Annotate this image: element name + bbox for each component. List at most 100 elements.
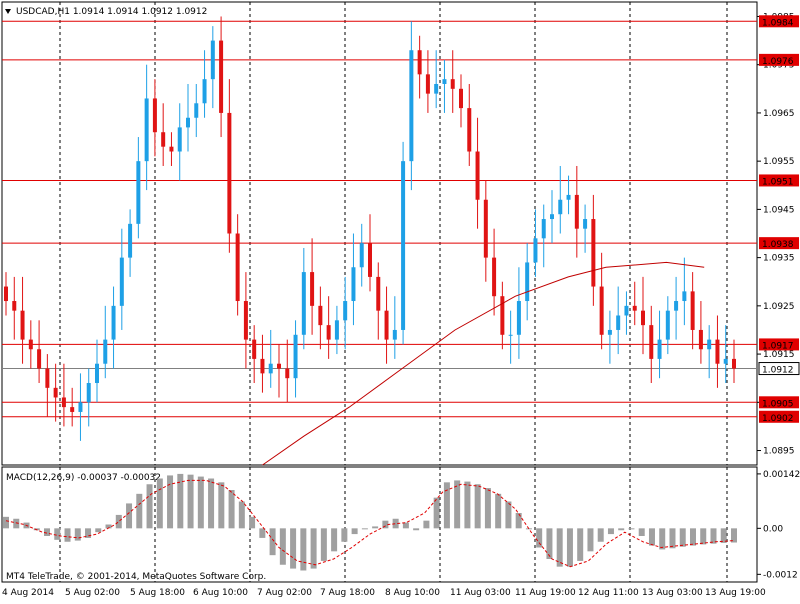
macd-histogram-bar xyxy=(341,528,348,542)
macd-histogram-bar xyxy=(228,490,235,529)
macd-histogram-bar xyxy=(618,528,625,531)
bull-candle xyxy=(558,199,563,215)
macd-histogram-bar xyxy=(597,528,604,542)
macd-histogram-bar xyxy=(372,526,379,529)
bear-candle xyxy=(326,325,331,340)
candles-group xyxy=(4,16,736,441)
macd-histogram-bar xyxy=(208,478,215,529)
macd-histogram-bar xyxy=(443,482,450,529)
macd-signal-line xyxy=(5,479,735,568)
macd-histogram-bar xyxy=(331,528,338,552)
bear-candle xyxy=(318,305,323,326)
macd-histogram-bar xyxy=(433,497,440,529)
macd-histogram-bar xyxy=(577,528,584,561)
macd-axis-label: 0.00 xyxy=(763,524,783,534)
time-axis-label: 5 Aug 02:00 xyxy=(65,588,120,598)
bull-candle xyxy=(401,161,406,330)
bear-candle xyxy=(690,291,695,330)
macd-histogram-bar xyxy=(197,476,204,529)
bear-candle xyxy=(632,305,637,311)
dropdown-triangle-icon[interactable] xyxy=(5,9,11,14)
price-axis-label: 1.0915 xyxy=(763,350,795,360)
time-axis-label: 8 Aug 10:00 xyxy=(385,588,440,598)
bear-candle xyxy=(277,363,281,369)
bear-candle xyxy=(310,272,315,306)
macd-histogram-bar xyxy=(474,484,481,529)
macd-histogram-bar xyxy=(300,528,307,571)
bear-candle xyxy=(574,194,579,229)
level-price-label: 1.0976 xyxy=(762,57,794,67)
bear-candle xyxy=(227,112,232,234)
macd-histogram-bar xyxy=(679,528,686,547)
macd-histogram-bar xyxy=(290,528,297,569)
chart-canvas[interactable]: USDCAD,H1 1.0914 1.0914 1.0912 1.0912 1.0… xyxy=(0,0,800,600)
bull-candle xyxy=(144,98,149,162)
bull-candle xyxy=(657,339,662,359)
macd-histogram-bar xyxy=(44,528,51,536)
macd-histogram-bar xyxy=(351,528,358,535)
bull-candle xyxy=(301,272,306,335)
bull-candle xyxy=(665,310,670,340)
macd-histogram-bar xyxy=(464,481,471,529)
bull-candle xyxy=(86,383,91,403)
macd-histogram-bar xyxy=(566,528,573,567)
bull-candle xyxy=(95,363,99,384)
bear-candle xyxy=(500,296,505,335)
time-axis-label: 11 Aug 19:00 xyxy=(515,588,576,598)
macd-histogram-bar xyxy=(249,516,256,529)
bear-candle xyxy=(641,310,645,326)
bear-candle xyxy=(417,50,422,75)
macd-histogram-bar xyxy=(146,484,153,529)
bull-candle xyxy=(508,334,513,336)
macd-panel-frame xyxy=(1,466,758,583)
bear-candle xyxy=(599,286,604,335)
macd-histogram-bar xyxy=(115,514,122,529)
symbol-header: USDCAD,H1 1.0914 1.0914 1.0912 1.0912 xyxy=(16,7,207,17)
bull-candle xyxy=(119,257,124,306)
price-panel-frame xyxy=(1,1,758,466)
bear-candle xyxy=(591,219,596,287)
level-price-label: 1.0951 xyxy=(762,177,794,187)
macd-histogram-bar xyxy=(126,503,133,529)
macd-histogram-bar xyxy=(361,528,368,530)
macd-histogram-bar xyxy=(505,501,512,529)
time-axis-label: 4 Aug 2014 xyxy=(2,588,54,598)
mt4-chart-window[interactable]: USDCAD,H1 1.0914 1.0914 1.0912 1.0912 1.0… xyxy=(0,0,800,600)
macd-histogram-bar xyxy=(648,528,655,546)
bear-candle xyxy=(492,257,497,297)
bear-candle xyxy=(235,233,240,302)
macd-histogram-bar xyxy=(54,528,61,540)
bear-candle xyxy=(467,108,472,152)
price-axis-label: 1.0945 xyxy=(763,205,795,215)
macd-histogram-bar xyxy=(700,528,707,545)
macd-histogram-bar xyxy=(238,501,245,529)
bear-candle xyxy=(53,387,58,398)
price-axis-label: 1.0965 xyxy=(763,109,795,119)
bull-candle xyxy=(516,301,521,335)
level-price-label: 1.0902 xyxy=(762,414,794,424)
macd-histogram-group xyxy=(3,473,737,571)
bear-candle xyxy=(260,358,265,374)
bear-candle xyxy=(28,339,33,350)
level-price-label: 1.0938 xyxy=(762,240,794,250)
bear-candle xyxy=(425,74,430,94)
bull-candle xyxy=(293,334,298,379)
level-price-label: 1.0917 xyxy=(762,341,794,351)
bull-candle xyxy=(177,127,182,152)
bull-candle xyxy=(78,402,83,412)
bear-candle xyxy=(459,88,463,109)
macd-histogram-bar xyxy=(607,528,614,535)
bear-candle xyxy=(70,407,75,412)
bear-candle xyxy=(169,146,174,152)
macd-histogram-bar xyxy=(156,478,163,529)
bull-candle xyxy=(442,79,447,84)
bear-candle xyxy=(243,301,248,340)
bull-candle xyxy=(682,291,687,302)
bull-candle xyxy=(359,243,364,268)
macd-histogram-bar xyxy=(484,488,491,529)
bull-candle xyxy=(723,358,728,364)
bull-candle xyxy=(607,329,612,335)
macd-histogram-bar xyxy=(74,528,81,541)
macd-histogram-bar xyxy=(659,528,666,550)
bull-candle xyxy=(566,194,571,200)
